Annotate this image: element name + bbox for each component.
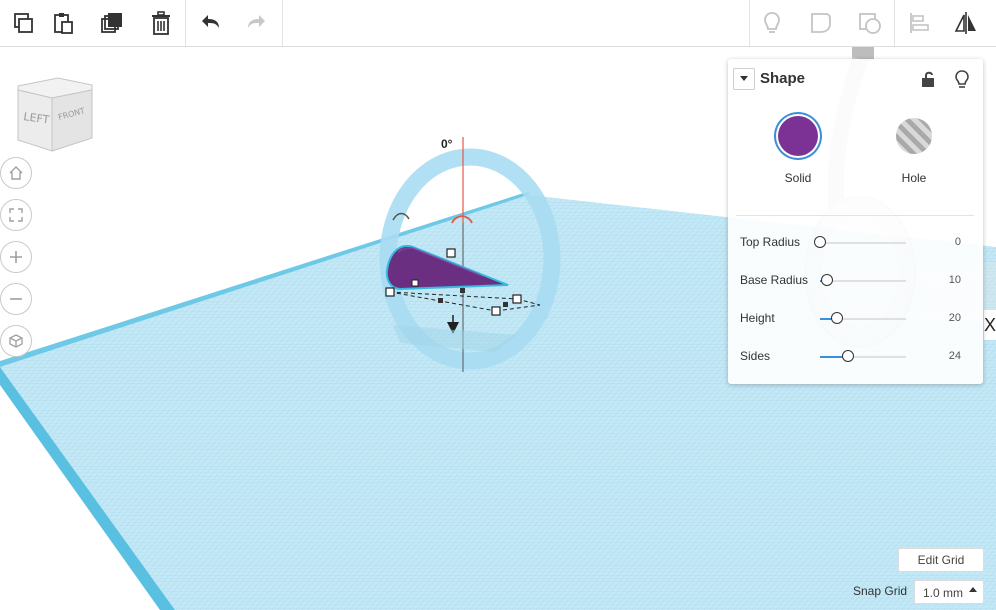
prop-label: Height xyxy=(740,311,775,325)
prop-value[interactable]: 24 xyxy=(949,350,961,362)
prop-sides: Sides 24 xyxy=(728,345,983,369)
delete-button[interactable] xyxy=(138,0,184,46)
lightbulb-icon xyxy=(955,70,969,88)
top-radius-slider[interactable] xyxy=(814,236,906,248)
fit-icon xyxy=(9,208,23,222)
align-icon xyxy=(910,13,929,33)
unlock-icon xyxy=(922,71,934,87)
toolbar-separator xyxy=(282,0,283,46)
shape-inspector: Shape Solid Hole Top Radius 0 Base Radiu… xyxy=(728,59,983,384)
mirror-button[interactable] xyxy=(943,0,989,46)
hole-pattern-swatch[interactable] xyxy=(894,116,934,156)
ungroup-icon xyxy=(859,13,881,34)
snap-grid-value: 1.0 mm xyxy=(923,586,964,600)
view-cube[interactable]: LEFT FRONT xyxy=(14,76,96,158)
redo-button[interactable] xyxy=(234,0,280,46)
edit-grid-button[interactable]: Edit Grid xyxy=(898,548,984,572)
ungroup-button[interactable] xyxy=(847,0,893,46)
mirror-icon xyxy=(954,12,976,34)
redo-icon xyxy=(248,15,265,28)
undo-button[interactable] xyxy=(187,0,233,46)
hole-label: Hole xyxy=(901,171,927,185)
duplicate-button[interactable] xyxy=(89,0,135,46)
collapse-button[interactable] xyxy=(733,68,755,90)
undo-icon xyxy=(202,15,219,28)
panel-divider xyxy=(736,215,974,216)
zoom-in-button[interactable] xyxy=(0,241,32,273)
fit-view-button[interactable] xyxy=(0,199,32,231)
group-button[interactable] xyxy=(798,0,844,46)
prop-height: Height 20 xyxy=(728,307,983,331)
prop-value[interactable]: 10 xyxy=(949,274,961,286)
cube-icon xyxy=(9,334,23,348)
show-all-button[interactable] xyxy=(749,0,795,46)
duplicate-icon xyxy=(101,13,122,33)
paste-icon xyxy=(54,13,73,34)
solid-label: Solid xyxy=(784,171,812,185)
sides-slider[interactable] xyxy=(820,350,906,362)
home-icon xyxy=(9,166,23,180)
zoom-out-button[interactable] xyxy=(0,283,32,315)
top-toolbar xyxy=(0,0,996,47)
inspector-title: Shape xyxy=(760,70,806,87)
prop-label: Top Radius xyxy=(740,235,801,249)
inspector-header: Shape xyxy=(728,59,983,99)
caret-down-icon xyxy=(740,76,748,81)
solid-color-swatch[interactable] xyxy=(778,116,818,156)
slider-knob[interactable] xyxy=(842,350,855,362)
lightbulb-icon xyxy=(764,12,780,33)
side-panel-tab[interactable]: X xyxy=(984,310,996,340)
paste-button[interactable] xyxy=(40,0,86,46)
minus-icon xyxy=(10,298,22,300)
toolbar-separator xyxy=(894,0,895,46)
home-view-button[interactable] xyxy=(0,157,32,189)
rotation-angle-label: 0° xyxy=(441,137,453,151)
base-radius-slider[interactable] xyxy=(820,274,906,286)
height-slider[interactable] xyxy=(820,312,906,324)
toolbar-separator xyxy=(185,0,186,46)
prop-label: Base Radius xyxy=(740,273,809,287)
copy-icon xyxy=(14,13,33,33)
slider-knob[interactable] xyxy=(814,236,826,248)
visibility-button[interactable] xyxy=(952,69,972,89)
solid-swatch[interactable] xyxy=(773,116,823,156)
prop-value[interactable]: 0 xyxy=(955,236,961,248)
snap-grid-label: Snap Grid xyxy=(853,584,908,598)
prop-top-radius: Top Radius 0 xyxy=(728,231,983,255)
hole-swatch[interactable] xyxy=(889,116,939,156)
perspective-button[interactable] xyxy=(0,325,32,357)
align-button[interactable] xyxy=(896,0,942,46)
plus-icon xyxy=(10,251,22,263)
caret-up-icon xyxy=(969,587,977,592)
lock-button[interactable] xyxy=(918,69,938,89)
slider-knob[interactable] xyxy=(831,312,844,324)
snap-grid-select[interactable]: 1.0 mm xyxy=(914,580,984,604)
prop-value[interactable]: 20 xyxy=(949,312,961,324)
slider-knob[interactable] xyxy=(820,274,833,286)
prop-label: Sides xyxy=(740,349,771,363)
prop-base-radius: Base Radius 10 xyxy=(728,269,983,293)
group-icon xyxy=(811,13,831,33)
trash-icon xyxy=(152,11,170,35)
